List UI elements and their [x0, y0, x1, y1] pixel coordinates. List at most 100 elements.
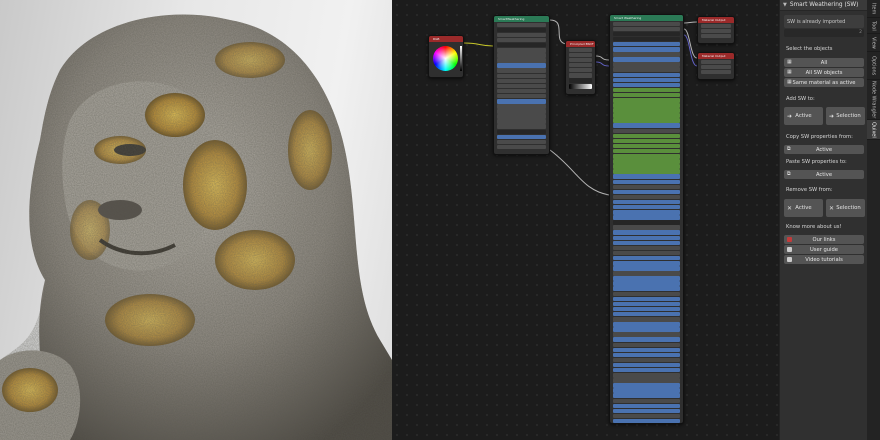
group-input-row[interactable] [613, 67, 680, 72]
tab-quixel[interactable]: Quixel [867, 120, 880, 140]
group-input-row[interactable] [613, 57, 680, 62]
group-input-row[interactable] [613, 383, 680, 388]
tab-view[interactable]: View [867, 34, 880, 52]
group-input-row[interactable] [613, 52, 680, 57]
group-input-row[interactable] [613, 98, 680, 103]
select-all-sw-objects-button[interactable]: ▦ All SW objects [784, 68, 864, 77]
smartweathering-group-node[interactable]: SmartWeathering [493, 15, 550, 155]
material-output-node-1[interactable]: Material Output [697, 16, 735, 44]
group-input-row[interactable] [613, 362, 680, 368]
select-all-button[interactable]: ▦ All [784, 58, 864, 67]
group-input-row[interactable] [613, 215, 680, 220]
group-input-row[interactable] [613, 266, 680, 271]
tab-node-wrangler[interactable]: Node Wrangler [867, 80, 880, 120]
tab-tool[interactable]: Tool [867, 18, 880, 34]
group-input-row[interactable] [613, 393, 680, 398]
group-input-row[interactable] [613, 123, 680, 128]
group-input-row[interactable] [613, 286, 680, 291]
paste-active-button[interactable]: ⧉ Active [784, 170, 864, 179]
group-input-row[interactable] [613, 113, 680, 118]
group-input-row[interactable] [613, 271, 680, 276]
our-links-button[interactable]: Our links [784, 235, 864, 244]
group-input-row[interactable] [613, 327, 680, 332]
group-input-row[interactable] [613, 118, 680, 123]
group-input-row[interactable] [613, 245, 680, 251]
group-input-row[interactable] [613, 347, 680, 353]
group-input-row[interactable] [613, 413, 680, 419]
group-input-row[interactable] [613, 21, 680, 27]
group-input-row[interactable] [613, 322, 680, 327]
group-input-row[interactable] [613, 398, 680, 404]
group-input-row[interactable] [613, 26, 680, 32]
group-input-row[interactable] [613, 77, 680, 83]
group-input-row[interactable] [613, 220, 680, 225]
group-input-row[interactable] [613, 189, 680, 195]
value-slider[interactable] [460, 46, 462, 71]
group-input-row[interactable] [613, 47, 680, 52]
value-field[interactable]: 2 [784, 29, 864, 37]
group-input-row[interactable] [613, 378, 680, 383]
principled-bsdf-node[interactable]: Principled BSDF [565, 40, 596, 95]
group-input-row[interactable] [613, 388, 680, 393]
user-guide-button[interactable]: User guide [784, 245, 864, 254]
select-same-material-button[interactable]: ▦ Same material as active [784, 78, 864, 87]
copy-active-button[interactable]: ⧉ Active [784, 145, 864, 154]
group-input-row[interactable] [613, 179, 680, 184]
group-input-row[interactable] [613, 174, 680, 179]
group-input-row[interactable] [613, 311, 680, 317]
tab-item[interactable]: Item [867, 0, 880, 18]
group-input-row[interactable] [613, 317, 680, 322]
group-input-row[interactable] [613, 332, 680, 337]
group-input-row[interactable] [613, 301, 680, 307]
panel-header[interactable]: ▼ Smart Weathering (SW) [780, 0, 867, 11]
group-input-row[interactable] [613, 281, 680, 286]
group-input-row[interactable] [613, 255, 680, 261]
group-input-row[interactable] [613, 352, 680, 358]
group-input-row[interactable] [613, 418, 680, 423]
3d-viewport[interactable] [0, 0, 392, 440]
group-input-row[interactable] [613, 184, 680, 190]
group-input-row[interactable] [613, 164, 680, 169]
add-active-button[interactable]: ➜ Active [784, 107, 823, 125]
shader-node-editor[interactable]: RGB SmartWeathering Principled BSDF Smar… [392, 0, 779, 440]
group-input-row[interactable] [613, 291, 680, 297]
rgb-node[interactable]: RGB [428, 35, 464, 78]
group-input-row[interactable] [613, 133, 680, 139]
group-input-row[interactable] [613, 169, 680, 174]
group-input-row[interactable] [613, 337, 680, 342]
group-input-row[interactable] [613, 148, 680, 154]
group-input-row[interactable] [613, 36, 680, 42]
group-input-row[interactable] [613, 62, 680, 67]
group-input-row[interactable] [613, 108, 680, 113]
group-input-row[interactable] [613, 204, 680, 210]
tab-options[interactable]: Options [867, 52, 880, 80]
group-input-row[interactable] [613, 357, 680, 363]
group-input-row[interactable] [613, 31, 680, 37]
group-input-row[interactable] [613, 235, 680, 241]
color-wheel[interactable] [433, 46, 458, 71]
group-input-row[interactable] [613, 367, 680, 373]
group-input-row[interactable] [613, 230, 680, 235]
group-input-row[interactable] [613, 342, 680, 347]
group-input-row[interactable] [613, 296, 680, 302]
group-input-row[interactable] [613, 240, 680, 246]
group-input-row[interactable] [613, 92, 680, 98]
group-input-row[interactable] [613, 194, 680, 200]
group-input-row[interactable] [613, 138, 680, 144]
group-input-row[interactable] [613, 250, 680, 256]
group-input-row[interactable] [613, 128, 680, 134]
video-tutorials-button[interactable]: Video tutorials [784, 255, 864, 264]
group-input-row[interactable] [613, 373, 680, 378]
remove-selection-button[interactable]: ✕ Selection [826, 199, 865, 217]
group-input-row[interactable] [613, 143, 680, 149]
group-input-row[interactable] [613, 103, 680, 108]
group-input-row[interactable] [613, 159, 680, 164]
group-input-row[interactable] [613, 199, 680, 205]
group-input-row[interactable] [613, 72, 680, 78]
group-input-row[interactable] [613, 403, 680, 409]
group-input-row[interactable] [613, 306, 680, 312]
collapse-triangle-icon[interactable]: ▼ [783, 2, 787, 8]
group-input-row[interactable] [613, 41, 680, 47]
group-input-row[interactable] [613, 87, 680, 93]
group-input-row[interactable] [613, 408, 680, 414]
